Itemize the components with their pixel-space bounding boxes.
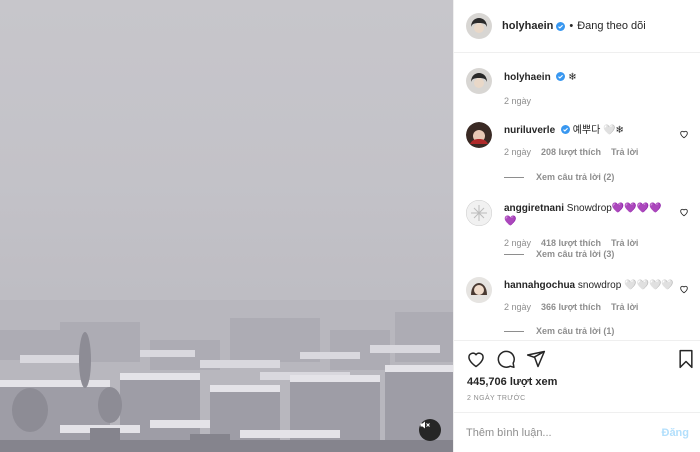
- view-replies-button[interactable]: Xem câu trả lời (3): [504, 249, 614, 259]
- author-avatar[interactable]: [466, 68, 492, 94]
- caption-time[interactable]: 2 ngày: [504, 95, 531, 108]
- post-timestamp[interactable]: 2 NGÀY TRƯỚC: [467, 395, 526, 402]
- author-avatar[interactable]: [466, 13, 492, 39]
- comment-item: hannahgochua snowdrop 🤍🤍🤍🤍 2 ngày 366 lư…: [466, 277, 696, 314]
- post-header: holyhaein • Đang theo dõi: [454, 0, 700, 53]
- snowy-city-scene: [0, 300, 453, 452]
- bookmark-icon[interactable]: [676, 349, 696, 369]
- comment-text: 예뿌다 🤍❄: [572, 125, 624, 136]
- caption-username[interactable]: holyhaein: [504, 72, 551, 83]
- comment-icon[interactable]: [496, 349, 516, 369]
- mute-icon: [420, 421, 430, 429]
- comment-time[interactable]: 2 ngày: [504, 146, 531, 159]
- comment-username[interactable]: hannahgochua: [504, 280, 575, 291]
- comment-likes[interactable]: 208 lượt thích: [541, 146, 601, 159]
- comment-text: snowdrop 🤍🤍🤍🤍: [577, 280, 674, 291]
- comment-username[interactable]: nuriluverle: [504, 125, 555, 136]
- author-username[interactable]: holyhaein: [502, 20, 553, 32]
- comment-time[interactable]: 2 ngày: [504, 301, 531, 314]
- commenter-avatar[interactable]: [466, 200, 492, 226]
- comment-item: anggiretnani Snowdrop💜💜💜💜💜 2 ngày 418 lư…: [466, 200, 696, 250]
- view-replies-button[interactable]: Xem câu trả lời (2): [504, 172, 614, 182]
- verified-badge-icon: [560, 125, 570, 134]
- following-status-button[interactable]: Đang theo dõi: [577, 20, 646, 32]
- comments-list[interactable]: holyhaein ❄ 2 ngày nuriluverle 예뿌다 🤍❄ 2 …: [454, 54, 700, 340]
- post-comment-button[interactable]: Đăng: [662, 427, 690, 439]
- view-replies-label: Xem câu trả lời (1): [536, 326, 615, 336]
- commenter-avatar[interactable]: [466, 277, 492, 303]
- share-icon[interactable]: [526, 349, 546, 369]
- comment-input[interactable]: [466, 426, 646, 439]
- mute-button[interactable]: [419, 419, 441, 441]
- verified-badge-icon: [556, 72, 566, 81]
- like-comment-heart-icon[interactable]: [679, 129, 689, 139]
- add-comment-form: Đăng: [454, 412, 700, 452]
- view-replies-label: Xem câu trả lời (3): [536, 249, 615, 259]
- caption-row: holyhaein ❄ 2 ngày: [466, 68, 696, 108]
- separator-dot: •: [569, 20, 574, 32]
- view-count[interactable]: 445,706 lượt xem: [467, 376, 557, 388]
- like-comment-heart-icon[interactable]: [679, 207, 689, 217]
- like-comment-heart-icon[interactable]: [679, 284, 689, 294]
- post-video[interactable]: [0, 0, 453, 452]
- commenter-avatar[interactable]: [466, 122, 492, 148]
- reply-button[interactable]: Trả lời: [611, 301, 638, 314]
- caption-text: ❄: [568, 72, 577, 83]
- post-actions: 445,706 lượt xem 2 NGÀY TRƯỚC: [454, 340, 700, 412]
- comment-username[interactable]: anggiretnani: [504, 203, 564, 214]
- heart-icon[interactable]: [466, 349, 486, 369]
- view-replies-label: Xem câu trả lời (2): [536, 172, 615, 182]
- view-replies-button[interactable]: Xem câu trả lời (1): [504, 326, 614, 336]
- reply-button[interactable]: Trả lời: [611, 146, 638, 159]
- reply-button[interactable]: Trả lời: [611, 237, 638, 250]
- verified-badge-icon: [556, 21, 566, 31]
- comment-item: nuriluverle 예뿌다 🤍❄ 2 ngày 208 lượt thích…: [466, 122, 696, 159]
- post-details-panel: holyhaein • Đang theo dõi holyhaein ❄ 2 …: [453, 0, 700, 452]
- comment-likes[interactable]: 366 lượt thích: [541, 301, 601, 314]
